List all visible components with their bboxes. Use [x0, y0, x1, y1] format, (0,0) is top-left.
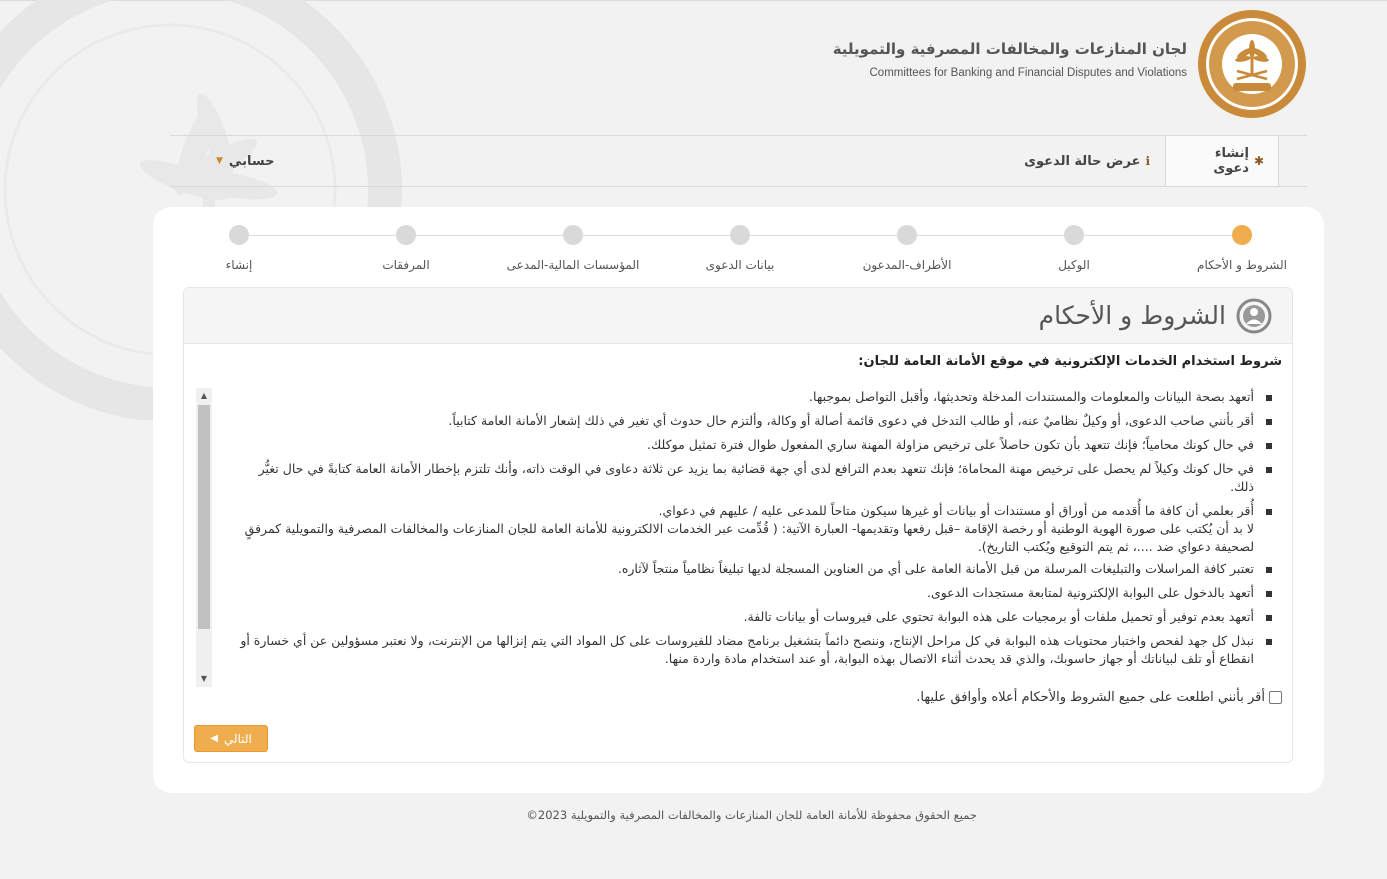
step-dot — [563, 225, 583, 245]
terms-scrollbar[interactable]: ▲ ▼ — [196, 388, 212, 687]
nav-view-case-status-label: عرض حالة الدعوى — [1024, 153, 1141, 169]
term-item: في حال كونك محامياً؛ فإنك تتعهد بأن تكون… — [236, 436, 1276, 454]
nav-account-label: حسابي — [228, 153, 275, 169]
logo-seal — [1198, 10, 1306, 118]
main-navbar: ✱ إنشاء دعوى ℹ عرض حالة الدعوى حسابي ▼ — [170, 135, 1307, 187]
step-label: المرفقات — [382, 258, 430, 272]
term-item: في حال كونك وكيلاً لم يحصل على ترخيص مهن… — [236, 460, 1276, 496]
step-label: إنشاء — [225, 258, 253, 272]
org-name-english: Committees for Banking and Financial Dis… — [869, 67, 1188, 79]
arrow-left-icon: ◀ — [210, 733, 218, 744]
term-item: تعتبر كافة المراسلات والتبليغات المرسلة … — [236, 560, 1276, 578]
step-label: بيانات الدعوى — [705, 258, 775, 272]
nav-account-dropdown[interactable]: حسابي ▼ — [216, 136, 274, 186]
term-item-text: أُقر بعلمي أن كافة ما أُقدمه من أوراق أو… — [658, 503, 1255, 518]
nav-create-case-label: إنشاء دعوى — [1213, 146, 1249, 176]
nav-create-case[interactable]: ✱ إنشاء دعوى — [1165, 136, 1279, 186]
step-dot — [229, 225, 249, 245]
term-item: أتعهد بصحة البيانات والمعلومات والمستندا… — [236, 388, 1276, 406]
step-dot — [396, 225, 416, 245]
caret-down-icon: ▼ — [216, 156, 223, 166]
terms-panel: الشروط و الأحكام شروط استخدام الخدمات ال… — [183, 287, 1293, 763]
terms-section-heading: شروط استخدام الخدمات الإلكترونية في موقع… — [858, 354, 1282, 369]
step-dot — [1064, 225, 1084, 245]
step-dot — [730, 225, 750, 245]
wizard-card: الشروط و الأحكام الوكيل الأطراف-المدعون … — [153, 207, 1324, 793]
scroll-down-arrow-icon[interactable]: ▼ — [196, 671, 212, 687]
next-button-label: التالي — [223, 731, 252, 746]
term-item: أُقر بعلمي أن كافة ما أُقدمه من أوراق أو… — [236, 502, 1276, 556]
next-button[interactable]: التالي ◀ — [194, 725, 268, 752]
scroll-up-arrow-icon[interactable]: ▲ — [196, 388, 212, 404]
step-terms[interactable]: الشروط و الأحكام — [1162, 225, 1322, 280]
scrollbar-thumb[interactable] — [198, 405, 210, 629]
asterisk-icon: ✱ — [1253, 154, 1264, 168]
term-item: أتعهد بعدم توفير أو تحميل ملفات أو برمجي… — [236, 608, 1276, 626]
agree-label: أقر بأنني اطلعت على جميع الشروط والأحكام… — [916, 690, 1265, 705]
footer-copyright: جميع الحقوق محفوظة للأمانة العامة للجان … — [526, 808, 977, 822]
nav-view-case-status[interactable]: ℹ عرض حالة الدعوى — [1024, 136, 1150, 186]
terms-panel-header: الشروط و الأحكام — [184, 288, 1292, 344]
term-item-note: لا بد أن يُكتب على صورة الهوية الوطنية أ… — [244, 521, 1254, 554]
step-dot — [897, 225, 917, 245]
step-plaintiffs[interactable]: الأطراف-المدعون — [827, 225, 987, 280]
step-case-data[interactable]: بيانات الدعوى — [660, 225, 820, 280]
step-label: الأطراف-المدعون — [862, 258, 952, 272]
terms-list: أتعهد بصحة البيانات والمعلومات والمستندا… — [236, 388, 1276, 674]
panel-title: الشروط و الأحكام — [1038, 301, 1226, 330]
info-icon: ℹ — [1145, 154, 1150, 168]
user-profile-icon — [1236, 298, 1272, 334]
step-dot — [1232, 225, 1252, 245]
step-attachments[interactable]: المرفقات — [326, 225, 486, 280]
step-label: الشروط و الأحكام — [1197, 258, 1287, 272]
term-item: أقر بأنني صاحب الدعوى، أو وكيلٌ نظاميٌ ع… — [236, 412, 1276, 430]
terms-scroll-area[interactable]: ▲ ▼ أتعهد بصحة البيانات والمعلومات والمس… — [196, 388, 1284, 687]
agree-checkbox[interactable] — [1269, 691, 1282, 704]
step-agent[interactable]: الوكيل — [994, 225, 1154, 280]
term-item: نبذل كل جهد لفحص واختبار محتويات هذه الب… — [236, 632, 1276, 668]
step-label: الوكيل — [1058, 258, 1090, 272]
org-name-arabic: لجان المنازعات والمخالفات المصرفية والتم… — [832, 40, 1187, 58]
agree-terms-row[interactable]: أقر بأنني اطلعت على جميع الشروط والأحكام… — [916, 690, 1282, 705]
step-create[interactable]: إنشاء — [159, 225, 319, 280]
term-item: أتعهد بالدخول على البوابة الإلكترونية لم… — [236, 584, 1276, 602]
